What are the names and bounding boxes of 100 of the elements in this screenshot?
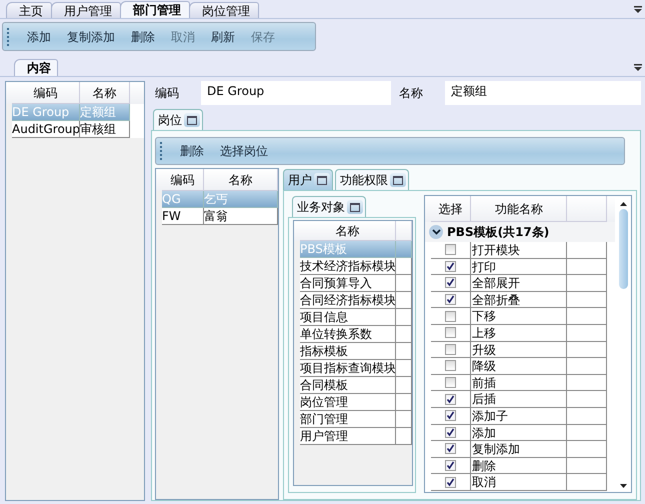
table-cell: [567, 441, 607, 458]
table-cell: [567, 258, 607, 276]
scroll-down-icon[interactable]: [620, 484, 626, 488]
checkbox[interactable]: [445, 460, 456, 472]
detail-tab[interactable]: 功能权限: [335, 169, 409, 190]
table-cell: 后插: [471, 391, 567, 408]
scroll-up-icon[interactable]: [620, 202, 626, 206]
table-cell: [567, 292, 607, 308]
code-field[interactable]: DE Group: [201, 81, 391, 105]
table-cell: 降级: [471, 358, 567, 375]
toolbar-button[interactable]: 删除: [172, 140, 212, 162]
checkbox[interactable]: [445, 344, 456, 355]
toolbar-button[interactable]: 删除: [123, 26, 163, 48]
checkbox[interactable]: [445, 294, 456, 306]
grip-icon: [160, 142, 164, 160]
table-row[interactable]: AuditGroup审核组: [6, 121, 144, 138]
table-cell: 全部展开: [471, 275, 567, 292]
table-cell: [567, 408, 607, 425]
table-cell: 取消: [471, 474, 567, 491]
table-row[interactable]: 岗位管理: [294, 394, 412, 411]
table-cell: 定额组: [80, 104, 130, 121]
group-row[interactable]: PBS模板(共17条): [425, 222, 615, 242]
table-cell: QG: [162, 191, 204, 208]
checkbox[interactable]: [445, 394, 456, 405]
checkbox[interactable]: [445, 260, 456, 272]
table-cell: [567, 374, 607, 392]
table-cell: 复制添加: [471, 441, 567, 458]
grip-icon: [7, 28, 11, 46]
toolbar-button[interactable]: 复制添加: [59, 26, 123, 48]
table-cell: 用户管理: [300, 428, 396, 445]
toolbar-button[interactable]: 选择岗位: [212, 140, 276, 162]
checkbox[interactable]: [445, 443, 456, 454]
table-cell: [567, 308, 607, 325]
table-cell: AuditGroup: [12, 121, 80, 138]
table-cell: PBS模板: [300, 241, 396, 258]
table-cell: 下移: [471, 308, 567, 325]
toolbar-button[interactable]: 刷新: [203, 26, 243, 48]
checkbox[interactable]: [445, 327, 456, 338]
dropdown-icon[interactable]: [634, 6, 642, 13]
table-cell: 乞丐: [204, 191, 278, 208]
pin-icon[interactable]: [347, 200, 363, 214]
table-cell: 前插: [471, 374, 567, 392]
table-cell: DE Group: [12, 104, 80, 121]
module-tab[interactable]: 岗位管理: [189, 2, 259, 18]
table-row[interactable]: 合同预算导入: [294, 275, 412, 292]
checkbox[interactable]: [445, 410, 456, 422]
table-cell: [567, 391, 607, 408]
position-tab[interactable]: 岗位: [153, 109, 203, 130]
pin-icon[interactable]: [390, 173, 406, 187]
table-row[interactable]: 用户管理: [294, 428, 412, 445]
object-tab[interactable]: 业务对象: [292, 196, 366, 217]
checkbox[interactable]: [445, 244, 456, 256]
table-cell: FW: [162, 208, 204, 225]
content-tab[interactable]: 内容: [14, 59, 58, 76]
table-cell: 添加: [471, 424, 567, 442]
table-cell: [567, 424, 607, 442]
table-cell: [567, 342, 607, 358]
name-field[interactable]: 定额组: [445, 81, 641, 105]
table-cell: [396, 241, 412, 258]
group-label: PBS模板(共17条): [447, 224, 550, 240]
table-cell: 上移: [471, 324, 567, 342]
field-label: 编码: [154, 85, 180, 102]
table-cell: 审核组: [80, 121, 130, 138]
checkbox[interactable]: [445, 426, 456, 438]
module-tab[interactable]: 用户管理: [51, 2, 121, 18]
table-row[interactable]: 单位转换系数: [294, 326, 412, 343]
checkbox[interactable]: [445, 310, 456, 322]
pin-icon[interactable]: [184, 113, 200, 127]
table-cell: [567, 358, 607, 375]
checkbox[interactable]: [445, 277, 456, 288]
table-cell: [567, 324, 607, 342]
field-label: 名称: [398, 85, 424, 102]
checkbox[interactable]: [445, 360, 456, 372]
module-tab[interactable]: 部门管理: [120, 1, 190, 18]
table-cell: [567, 275, 607, 292]
table-cell: 打印: [471, 258, 567, 276]
detail-tab[interactable]: 用户: [283, 169, 333, 190]
table-row[interactable]: 部门管理: [294, 411, 412, 428]
table-cell: [567, 458, 607, 474]
table-cell: 富翁: [204, 208, 278, 225]
table-row[interactable]: FW 富翁: [156, 208, 278, 225]
pin-icon[interactable]: [314, 173, 330, 187]
table-row[interactable]: 指标模板: [294, 343, 412, 360]
table-cell: 删除: [471, 458, 567, 474]
table-cell: 全部折叠: [471, 292, 567, 308]
table-cell: [396, 428, 412, 445]
table-cell: [567, 474, 607, 491]
scroll-thumb[interactable]: [618, 209, 628, 289]
toolbar-button[interactable]: 添加: [19, 26, 59, 48]
checkbox[interactable]: [445, 476, 456, 488]
table-cell: [567, 242, 607, 259]
chevron-icon[interactable]: [429, 225, 443, 239]
table-cell: 升级: [471, 342, 567, 358]
table-cell: 打开模块: [471, 242, 567, 259]
dropdown-icon[interactable]: [634, 64, 642, 71]
table-row[interactable]: 项目信息: [294, 309, 412, 326]
checkbox[interactable]: [445, 377, 456, 388]
table-row[interactable]: 合同模板: [294, 377, 412, 394]
table-cell: 添加子: [471, 408, 567, 425]
module-tab[interactable]: 主页: [6, 2, 52, 18]
